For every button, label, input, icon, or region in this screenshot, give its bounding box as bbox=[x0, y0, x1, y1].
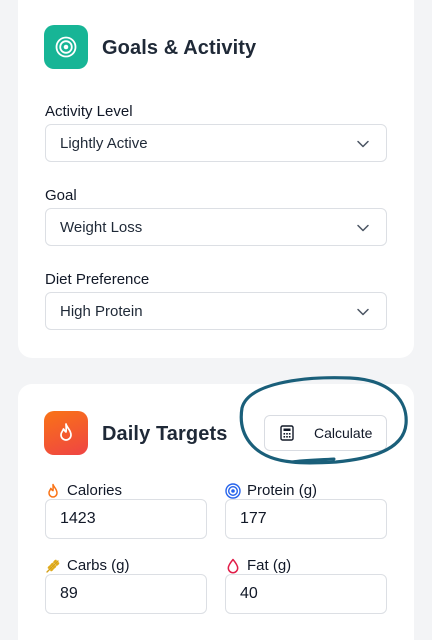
activity-level-value: Lightly Active bbox=[60, 134, 148, 152]
calories-input[interactable]: 1423 bbox=[45, 499, 207, 539]
fat-label: Fat (g) bbox=[247, 557, 292, 574]
daily-targets-card: Daily Targets Calculate Calories 1423 Pr… bbox=[18, 384, 414, 640]
diet-preference-value: High Protein bbox=[60, 302, 143, 320]
protein-input[interactable]: 177 bbox=[225, 499, 387, 539]
goal-select[interactable]: Weight Loss bbox=[45, 208, 387, 246]
goal-value: Weight Loss bbox=[60, 218, 143, 236]
calories-label: Calories bbox=[67, 482, 123, 499]
droplet-icon bbox=[227, 558, 239, 573]
carbs-label-row: Carbs (g) bbox=[45, 557, 130, 574]
carbs-label: Carbs (g) bbox=[67, 557, 130, 574]
diet-preference-select[interactable]: High Protein bbox=[45, 292, 387, 330]
calculator-icon bbox=[280, 425, 294, 441]
wheat-icon bbox=[46, 559, 60, 573]
fat-input[interactable]: 40 bbox=[225, 574, 387, 614]
goal-label: Goal bbox=[45, 187, 77, 204]
calculate-button[interactable]: Calculate bbox=[264, 415, 387, 451]
chevron-down-icon bbox=[357, 308, 369, 316]
calories-label-row: Calories bbox=[45, 482, 122, 499]
target-icon bbox=[225, 482, 241, 499]
calculate-label: Calculate bbox=[314, 425, 373, 441]
activity-level-select[interactable]: Lightly Active bbox=[45, 124, 387, 162]
fat-label-row: Fat (g) bbox=[225, 557, 291, 574]
diet-preference-label: Diet Preference bbox=[45, 271, 150, 288]
chevron-down-icon bbox=[357, 224, 369, 232]
goals-activity-card: Goals & Activity Activity Level Lightly … bbox=[18, 0, 414, 358]
goals-title: Goals & Activity bbox=[102, 37, 257, 59]
target-icon bbox=[44, 25, 88, 69]
activity-level-label: Activity Level bbox=[45, 103, 133, 120]
protein-label: Protein (g) bbox=[247, 482, 318, 499]
chevron-down-icon bbox=[357, 140, 369, 148]
protein-label-row: Protein (g) bbox=[225, 482, 317, 499]
flame-icon bbox=[48, 483, 58, 498]
flame-icon bbox=[44, 411, 88, 455]
daily-targets-title: Daily Targets bbox=[102, 423, 228, 445]
carbs-input[interactable]: 89 bbox=[45, 574, 207, 614]
